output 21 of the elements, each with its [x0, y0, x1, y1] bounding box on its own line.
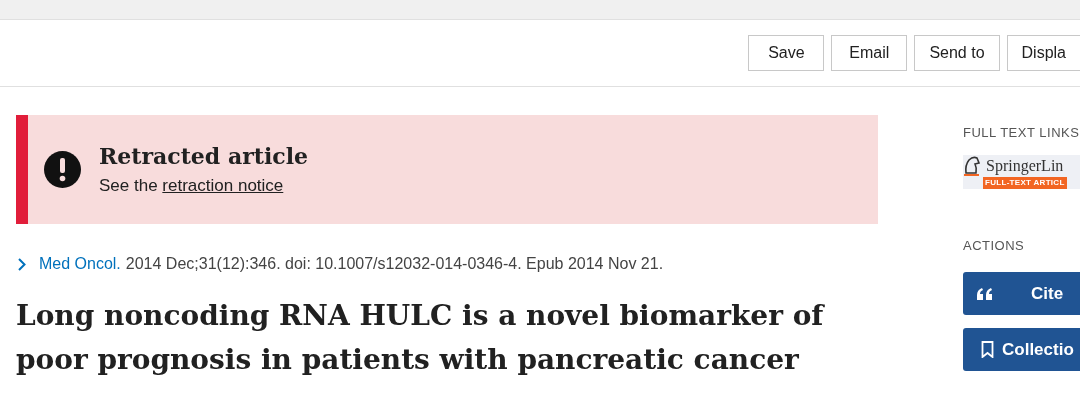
bookmark-icon — [981, 341, 994, 358]
journal-link[interactable]: Med Oncol. — [39, 252, 121, 276]
toolbar-button[interactable]: Save — [748, 35, 825, 71]
exclamation-icon — [44, 151, 81, 188]
toolbar-button[interactable]: Email — [831, 35, 908, 71]
toolbar-button[interactable]: Send to — [914, 35, 1000, 71]
article-title: Long noncoding RNA HULC is a novel biomarker of poor prognosis in patients with pancreatic cancer — [16, 298, 826, 378]
chevron-right-icon — [18, 257, 26, 271]
banner-text: See the retraction notice — [99, 174, 285, 197]
publisher-tagline: FULL-TEXT ARTICL — [983, 176, 1067, 189]
banner-title: Retracted article — [99, 141, 308, 171]
action-button[interactable]: Cite — [963, 272, 1080, 315]
section-heading: ACTIONS — [963, 236, 1026, 255]
retraction-link[interactable]: retraction notice — [162, 175, 284, 195]
action-button[interactable]: Collectio — [963, 328, 1080, 371]
quote-icon — [977, 287, 993, 300]
section-heading: FULL TEXT LINKS — [963, 124, 1080, 142]
toolbar-button[interactable]: Displa — [1006, 35, 1080, 71]
publisher-name: SpringerLin — [986, 155, 1064, 177]
publisher-logo[interactable]: SpringerLin FULL-TEXT ARTICL — [963, 154, 1080, 189]
citation-details: 2014 Dec;31(12):346. doi: 10.1007/s12032-014-0346-4. Epub 2014 Nov 21. — [125, 254, 664, 274]
